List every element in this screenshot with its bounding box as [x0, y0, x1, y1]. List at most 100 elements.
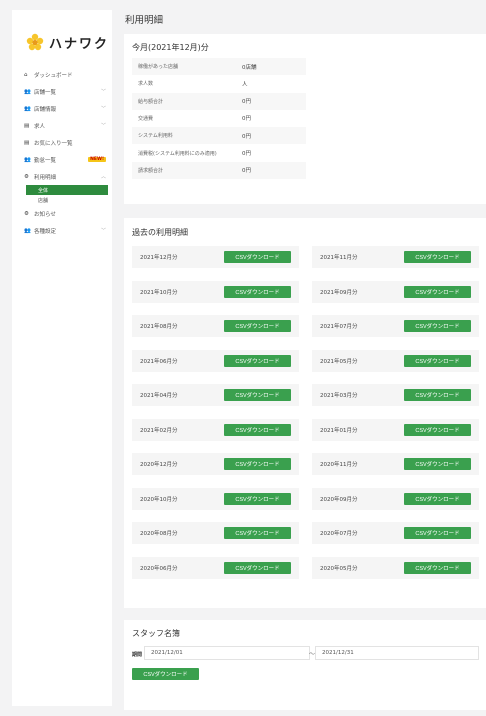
csv-download-button[interactable]: CSVダウンロード: [224, 251, 291, 263]
staff-title: スタッフ名簿: [132, 629, 180, 638]
users-icon: 👥: [24, 88, 31, 95]
history-period-row: 2020年06月分 CSVダウンロード: [132, 556, 299, 579]
sidebar-item-1[interactable]: 👥 店舗一覧 ﹀: [12, 83, 112, 100]
history-period-row: 2021年01月分 CSVダウンロード: [312, 418, 479, 441]
csv-download-button[interactable]: CSVダウンロード: [224, 354, 291, 367]
csv-download-button[interactable]: CSVダウンロード: [404, 320, 471, 332]
summary-value: 0円: [242, 168, 251, 175]
start-date-input[interactable]: 2021/12/01: [144, 646, 310, 660]
history-period-row: 2021年08月分 CSVダウンロード: [132, 315, 299, 337]
users-icon: 👥: [24, 227, 31, 234]
history-period-row: 2021年12月分 CSVダウンロード: [132, 246, 299, 268]
sidebar-item-8[interactable]: 👥 各種設定 ﹀: [12, 222, 112, 239]
sidebar-item-2[interactable]: 👥 店舗情報 ﹀: [12, 100, 112, 117]
sidebar-subitem-1[interactable]: 店舗: [12, 195, 112, 205]
sidebar-item-label: 利用明細: [34, 174, 57, 181]
csv-download-button[interactable]: CSVダウンロード: [224, 423, 291, 436]
history-period-label: 2020年06月分: [140, 565, 178, 572]
current-month-title: 今月(2021年12月)分: [132, 43, 209, 52]
sidebar-item-label: ダッシュボード: [34, 72, 73, 79]
history-period-label: 2021年11月分: [320, 255, 358, 261]
csv-download-button[interactable]: CSVダウンロード: [224, 492, 291, 505]
summary-label: システム利用料: [138, 133, 173, 140]
csv-download-button[interactable]: CSVダウンロード: [224, 527, 291, 539]
history-period-label: 2020年07月分: [320, 531, 358, 537]
csv-download-button[interactable]: CSVダウンロード: [404, 458, 471, 470]
sidebar-item-6[interactable]: ⚙ 利用明細 ︿: [12, 168, 112, 185]
sidebar-item-0[interactable]: ⌂ ダッシュボード: [12, 66, 112, 83]
history-period-label: 2021年08月分: [140, 324, 178, 330]
summary-label: 交通費: [138, 115, 154, 122]
csv-download-button[interactable]: CSVダウンロード: [404, 492, 471, 505]
csv-download-button[interactable]: CSVダウンロード: [404, 285, 471, 298]
history-period-label: 2021年04月分: [140, 393, 178, 399]
chevron-down-icon[interactable]: ﹀: [101, 122, 106, 129]
csv-download-button[interactable]: CSVダウンロード: [404, 527, 471, 539]
page-title: 利用明細: [125, 15, 164, 26]
sidebar-item-7[interactable]: ⚙ お知らせ: [12, 205, 112, 222]
end-date-input[interactable]: 2021/12/31: [315, 646, 479, 660]
logo[interactable]: ハナワク: [26, 32, 112, 52]
chevron-down-icon[interactable]: ﹀: [101, 105, 106, 112]
sidebar-nav: ⌂ ダッシュボード 👥 店舗一覧 ﹀ 👥 店舗情報 ﹀ ▤ 求人 ﹀ ▤ お気に入り一覧 👥 勤怠一覧 NEW…: [12, 66, 112, 239]
history-period-label: 2021年03月分: [320, 393, 358, 399]
history-period-label: 2021年02月分: [140, 427, 178, 434]
history-period-label: 2021年01月分: [320, 427, 358, 434]
sidebar-item-4[interactable]: ▤ お気に入り一覧: [12, 134, 112, 151]
summary-label: 求人数: [138, 81, 154, 88]
summary-row: 求人数 人: [132, 75, 306, 92]
sidebar: ハナワク ⌂ ダッシュボード 👥 店舗一覧 ﹀ 👥 店舗情報 ﹀ ▤ 求人 ﹀ ▤ お気に入り一覧 👥 勤怠…: [12, 10, 112, 706]
sidebar-item-label: 店舗一覧: [34, 89, 57, 96]
history-period-row: 2021年09月分 CSVダウンロード: [312, 280, 479, 303]
csv-download-button[interactable]: CSVダウンロード: [224, 320, 291, 332]
summary-row: 請求額合計 0円: [132, 161, 306, 179]
history-period-label: 2020年11月分: [320, 462, 358, 468]
sidebar-subitem-0[interactable]: 全体: [26, 185, 108, 195]
sidebar-item-label: 勤怠一覧: [34, 157, 57, 164]
csv-download-button[interactable]: CSVダウンロード: [224, 285, 291, 298]
chevron-up-icon[interactable]: ︿: [101, 173, 106, 180]
home-icon: ⌂: [24, 71, 28, 78]
start-date-value: 2021/12/01: [151, 650, 183, 656]
csv-download-button[interactable]: CSVダウンロード: [404, 561, 471, 574]
history-period-label: 2021年07月分: [320, 324, 358, 330]
history-period-label: 2021年12月分: [140, 255, 178, 261]
csv-download-button[interactable]: CSVダウンロード: [404, 389, 471, 401]
summary-row: 給与額合計 0円: [132, 92, 306, 110]
csv-download-button[interactable]: CSVダウンロード: [404, 354, 471, 367]
chevron-down-icon[interactable]: ﹀: [101, 88, 106, 95]
sidebar-item-label: 求人: [34, 123, 46, 130]
history-period-row: 2021年06月分 CSVダウンロード: [132, 349, 299, 372]
new-badge: NEW!: [88, 157, 106, 162]
sidebar-item-5[interactable]: 👥 勤怠一覧 NEW!: [12, 151, 112, 168]
csv-download-button[interactable]: CSVダウンロード: [224, 458, 291, 470]
history-period-row: 2021年05月分 CSVダウンロード: [312, 349, 479, 372]
logo-text: ハナワク: [49, 36, 110, 52]
users-icon: 👥: [24, 105, 31, 112]
history-card: 過去の利用明細 2021年12月分 CSVダウンロード 2021年11月分 CSVダウ…: [124, 218, 486, 608]
summary-label: 稼働があった店舗: [138, 64, 179, 70]
summary-row: 交通費 0円: [132, 110, 306, 127]
history-period-row: 2020年08月分 CSVダウンロード: [132, 522, 299, 544]
csv-download-button[interactable]: CSVダウンロード: [404, 423, 471, 436]
sidebar-item-3[interactable]: ▤ 求人 ﹀: [12, 117, 112, 134]
staff-csv-download-button[interactable]: CSVダウンロード: [132, 668, 199, 680]
chevron-down-icon[interactable]: ﹀: [101, 227, 106, 234]
history-period-label: 2020年08月分: [140, 531, 178, 537]
history-period-label: 2021年05月分: [320, 358, 358, 365]
history-period-label: 2020年05月分: [320, 565, 358, 572]
csv-download-button[interactable]: CSVダウンロード: [224, 561, 291, 574]
history-period-row: 2020年10月分 CSVダウンロード: [132, 487, 299, 510]
history-title: 過去の利用明細: [132, 228, 188, 237]
history-period-label: 2020年12月分: [140, 462, 178, 468]
history-period-label: 2021年06月分: [140, 358, 178, 365]
list-icon: ▤: [24, 139, 30, 146]
csv-download-button[interactable]: CSVダウンロード: [404, 251, 471, 263]
history-period-row: 2020年11月分 CSVダウンロード: [312, 453, 479, 475]
history-period-row: 2020年07月分 CSVダウンロード: [312, 522, 479, 544]
history-period-row: 2020年09月分 CSVダウンロード: [312, 487, 479, 510]
history-period-row: 2020年12月分 CSVダウンロード: [132, 453, 299, 475]
sidebar-item-label: 各種設定: [34, 228, 57, 235]
summary-value: 人: [242, 81, 248, 88]
csv-download-button[interactable]: CSVダウンロード: [224, 389, 291, 401]
